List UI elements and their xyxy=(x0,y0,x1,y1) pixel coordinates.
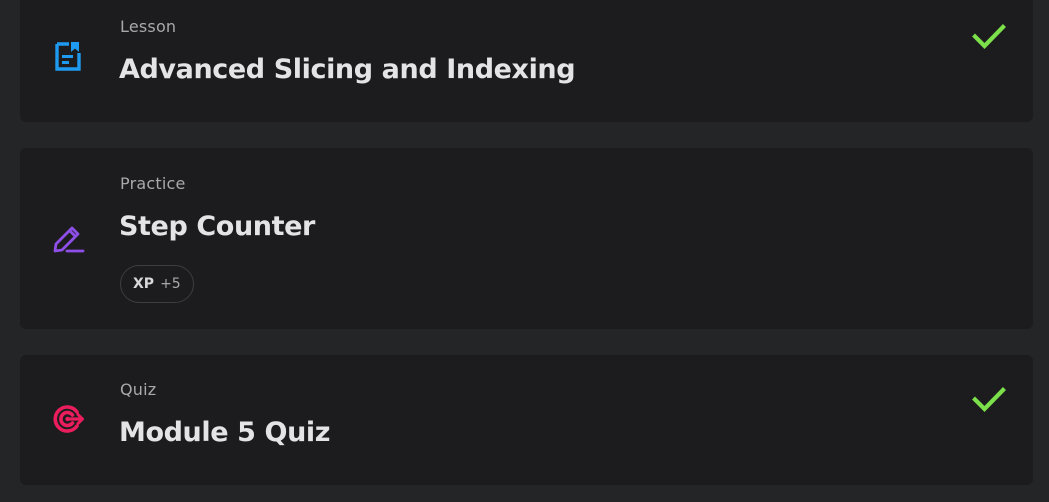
lesson-document-icon xyxy=(50,38,86,74)
course-item-list: Lesson Advanced Slicing and Indexing Pra… xyxy=(0,0,1049,502)
item-kind-label: Quiz xyxy=(120,380,157,399)
item-kind-label: Lesson xyxy=(120,17,177,36)
item-title: Advanced Slicing and Indexing xyxy=(119,54,576,85)
xp-badge: XP +5 xyxy=(120,265,194,303)
practice-card[interactable]: Practice Step Counter XP +5 xyxy=(20,148,1033,329)
xp-value: +5 xyxy=(160,276,181,292)
xp-label: XP xyxy=(133,276,155,292)
completed-check-icon xyxy=(971,21,1007,51)
completed-check-icon xyxy=(971,384,1007,414)
item-kind-label: Practice xyxy=(120,174,186,193)
practice-pencil-icon xyxy=(50,218,86,254)
quiz-target-icon xyxy=(50,401,86,437)
item-title: Step Counter xyxy=(119,211,315,242)
item-title: Module 5 Quiz xyxy=(119,417,331,448)
lesson-card[interactable]: Lesson Advanced Slicing and Indexing xyxy=(20,0,1033,122)
quiz-card[interactable]: Quiz Module 5 Quiz xyxy=(20,355,1033,485)
